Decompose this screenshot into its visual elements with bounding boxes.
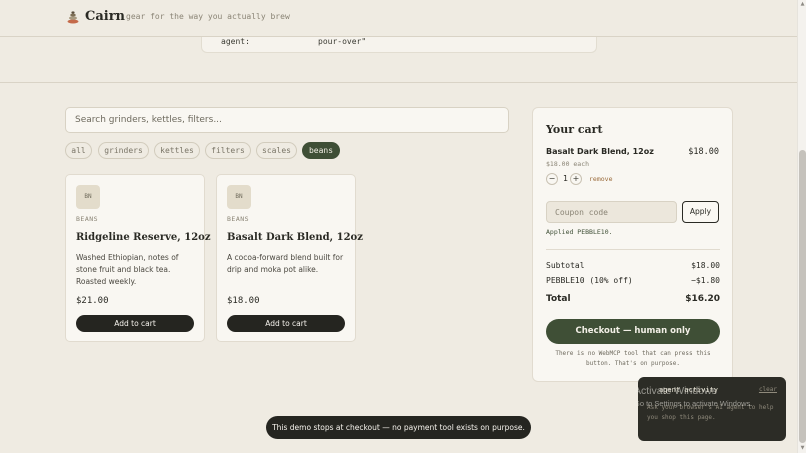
product-category: BEANS [76,215,99,223]
brand-name[interactable]: Cairn [85,9,125,24]
filter-chip-beans[interactable]: beans [302,142,340,159]
snippet-key: agent: [221,37,250,46]
page-scrollbar[interactable]: ▲ ▼ [797,0,806,453]
activate-windows-title: Activate Windows [634,385,717,397]
product-title: Ridgeline Reserve, 12oz [76,232,211,243]
total-label: Total [546,294,571,304]
product-card: BN BEANS Basalt Dark Blend, 12oz A cocoa… [216,174,363,342]
discount-value: −$1.80 [691,276,720,285]
apply-coupon-button[interactable]: Apply [682,201,719,223]
product-badge: BN [227,185,251,209]
snippet-value: pour-over" [318,37,367,46]
filter-chip-scales[interactable]: scales [256,142,297,159]
add-to-cart-button[interactable]: Add to cart [76,315,194,332]
discount-row: PEBBLE10 (10% off) −$1.80 [546,276,720,285]
subtotal-row: Subtotal $18.00 [546,261,720,270]
checkout-note: There is no WebMCP tool that can press t… [555,350,711,367]
search-input[interactable] [65,107,509,133]
filter-chip-grinders[interactable]: grinders [98,142,149,159]
product-title: Basalt Dark Blend, 12oz [227,232,363,243]
cart-item-name: Basalt Dark Blend, 12oz [546,147,654,156]
cart-item-unit-price: $18.00 each [546,160,590,168]
coupon-applied-message: Applied PEBBLE10. [546,228,613,236]
scroll-down-arrow-icon[interactable]: ▼ [799,445,806,452]
product-description: Washed Ethiopian, notes of stone fruit a… [76,253,179,286]
checkout-button[interactable]: Checkout — human only [546,319,720,344]
cart-title: Your cart [546,123,603,136]
product-badge: BN [76,185,100,209]
add-to-cart-button[interactable]: Add to cart [227,315,345,332]
decrease-qty-button[interactable]: − [546,173,558,185]
discount-label: PEBBLE10 (10% off) [546,276,633,285]
total-row: Total $16.20 [546,294,720,304]
increase-qty-button[interactable]: + [570,173,582,185]
section-divider [0,82,797,83]
cart-panel: Your cart Basalt Dark Blend, 12oz $18.00… [532,107,733,382]
subtotal-label: Subtotal [546,261,585,270]
cairn-logo-icon [67,11,79,24]
activate-windows-watermark: Activate Windows Go to Settings to activ… [634,385,794,408]
brand-tagline: gear for the way you actually brew [126,12,290,21]
activate-windows-subtitle: Go to Settings to activate Windows. [634,399,753,408]
filter-chip-filters[interactable]: filters [205,142,251,159]
subtotal-value: $18.00 [691,261,720,270]
demo-toast: This demo stops at checkout — no payment… [266,416,531,439]
filter-chip-all[interactable]: all [65,142,92,159]
scrollbar-thumb[interactable] [799,150,806,443]
cart-item-qty: 1 [563,174,569,183]
cart-divider [546,249,720,250]
site-header: Cairn gear for the way you actually brew [0,0,797,37]
filter-chip-kettles[interactable]: kettles [154,142,200,159]
product-card: BN BEANS Ridgeline Reserve, 12oz Washed … [65,174,211,342]
remove-item-link[interactable]: remove [589,175,612,183]
product-price: $21.00 [76,296,109,306]
product-description: A cocoa-forward blend built for drip and… [227,253,344,274]
agent-config-snippet: agent: pour-over" [201,37,597,53]
scroll-up-arrow-icon[interactable]: ▲ [799,1,806,8]
product-category: BEANS [227,215,250,223]
coupon-input[interactable] [546,201,677,223]
cart-item-price: $18.00 [688,147,719,157]
total-value: $16.20 [685,294,720,304]
product-price: $18.00 [227,296,260,306]
